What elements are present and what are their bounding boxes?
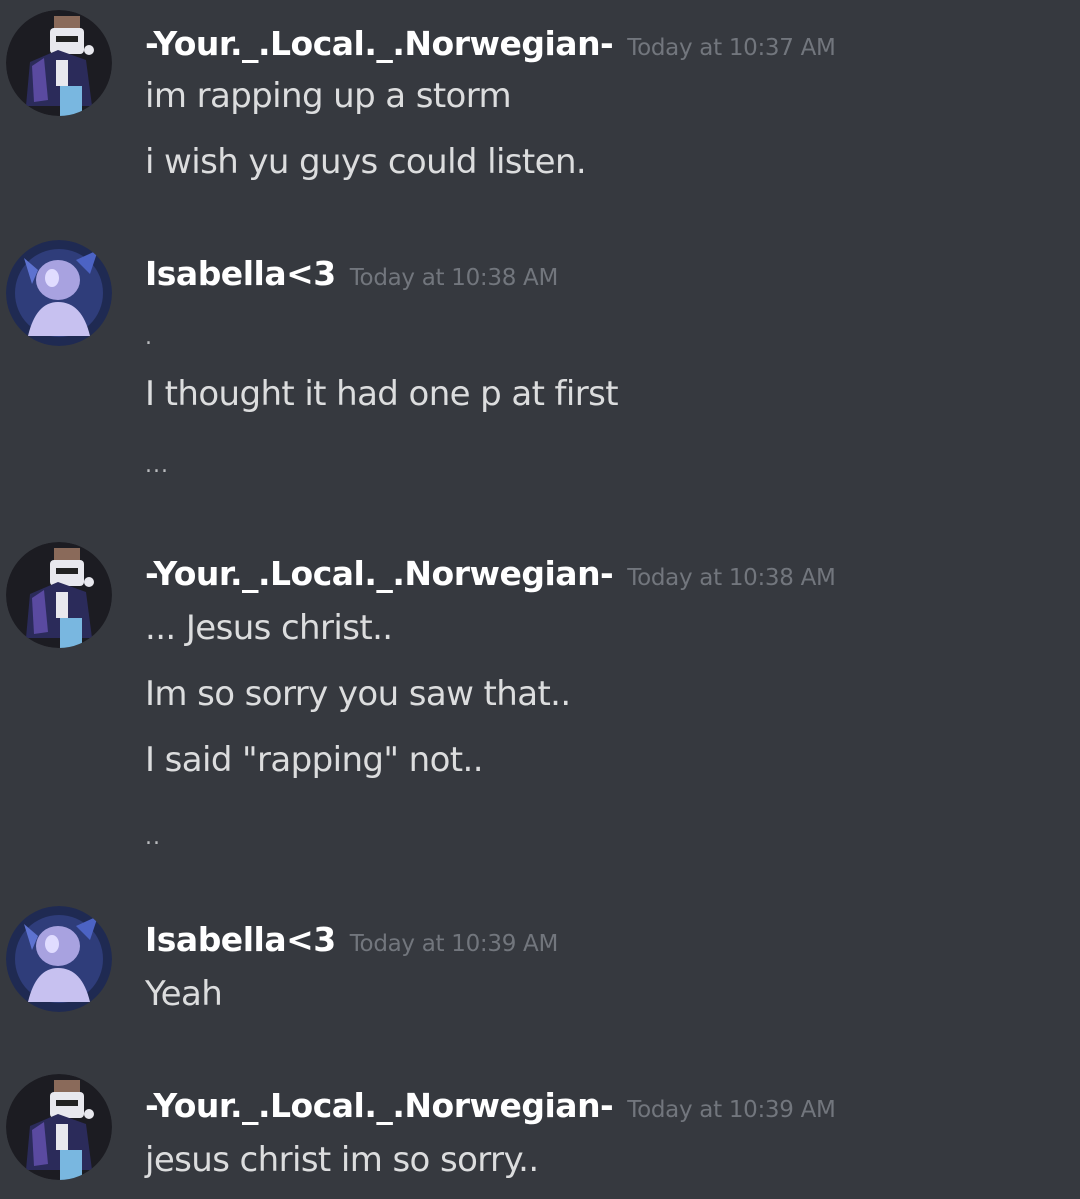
chat-messages-pane: -Your._.Local._.Norwegian- Today at 10:37… xyxy=(0,0,1080,1199)
message-text: ... Jesus christ.. xyxy=(145,608,393,648)
message-text: i wish yu guys could listen. xyxy=(145,142,587,182)
message-text: im rapping up a storm xyxy=(145,76,512,116)
jacket-character-avatar-icon[interactable] xyxy=(6,10,112,116)
message-header: -Your._.Local._.Norwegian- Today at 10:38… xyxy=(145,554,836,594)
message-text: .. xyxy=(145,825,161,850)
message-text: jesus christ im so sorry.. xyxy=(145,1140,539,1180)
purple-creature-avatar-icon[interactable] xyxy=(6,240,112,346)
message-header: Isabella<3 Today at 10:38 AM xyxy=(145,254,558,294)
author-name[interactable]: Isabella<3 xyxy=(145,254,336,293)
message-text: . xyxy=(145,325,153,350)
message-timestamp: Today at 10:38 AM xyxy=(349,265,559,291)
author-name[interactable]: Isabella<3 xyxy=(145,920,336,959)
jacket-character-avatar-icon[interactable] xyxy=(6,542,112,648)
jacket-character-avatar-icon[interactable] xyxy=(6,1074,112,1180)
message-timestamp: Today at 10:37 AM xyxy=(627,35,836,61)
author-name[interactable]: -Your._.Local._.Norwegian- xyxy=(145,1086,614,1125)
message-text: Yeah xyxy=(145,974,223,1014)
message-header: Isabella<3 Today at 10:39 AM xyxy=(145,920,558,960)
message-timestamp: Today at 10:38 AM xyxy=(627,565,836,591)
message-timestamp: Today at 10:39 AM xyxy=(627,1097,836,1123)
message-text: Im so sorry you saw that.. xyxy=(145,674,571,714)
message-text: I thought it had one p at first xyxy=(145,374,619,414)
author-name[interactable]: -Your._.Local._.Norwegian- xyxy=(145,24,614,63)
message-timestamp: Today at 10:39 AM xyxy=(349,931,559,957)
message-header: -Your._.Local._.Norwegian- Today at 10:37… xyxy=(145,24,836,64)
purple-creature-avatar-icon[interactable] xyxy=(6,906,112,1012)
message-text: I said "rapping" not.. xyxy=(145,740,484,780)
message-header: -Your._.Local._.Norwegian- Today at 10:39… xyxy=(145,1086,836,1126)
author-name[interactable]: -Your._.Local._.Norwegian- xyxy=(145,554,614,593)
message-text: ... xyxy=(145,453,169,478)
